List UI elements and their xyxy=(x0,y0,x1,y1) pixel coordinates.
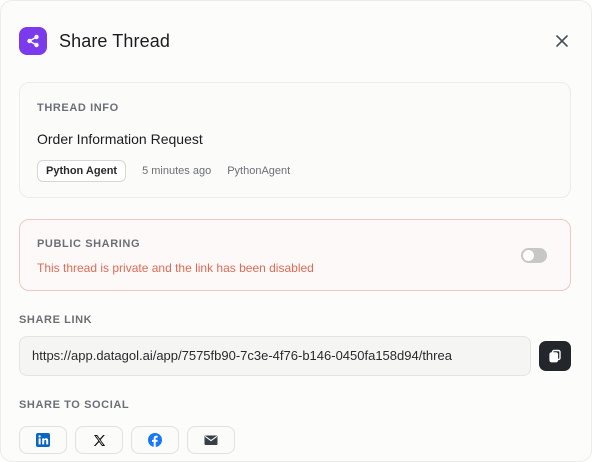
copy-icon xyxy=(549,349,561,363)
toggle-knob xyxy=(523,250,534,261)
dialog-title: Share Thread xyxy=(59,30,170,51)
x-button[interactable] xyxy=(75,426,123,454)
thread-info-card: THREAD INFO Order Information Request Py… xyxy=(19,82,571,198)
email-button[interactable] xyxy=(187,426,235,454)
linkedin-button[interactable] xyxy=(19,426,67,454)
thread-info-label: THREAD INFO xyxy=(37,102,119,114)
linkedin-icon xyxy=(36,433,50,447)
share-icon xyxy=(19,27,47,55)
public-sharing-toggle[interactable] xyxy=(521,248,547,263)
thread-time: 5 minutes ago xyxy=(142,165,212,177)
share-thread-dialog: Share Thread THREAD INFO Order Informati… xyxy=(0,0,592,462)
public-sharing-label: PUBLIC SHARING xyxy=(37,238,141,250)
thread-author: PythonAgent xyxy=(227,165,291,177)
facebook-button[interactable] xyxy=(131,426,179,454)
dialog-header: Share Thread xyxy=(19,27,573,55)
close-icon[interactable] xyxy=(551,30,573,52)
social-buttons xyxy=(19,426,235,454)
public-sharing-card: PUBLIC SHARING This thread is private an… xyxy=(19,219,571,291)
thread-name: Order Information Request xyxy=(37,131,203,147)
x-icon xyxy=(93,434,105,446)
copy-link-button[interactable] xyxy=(539,341,571,371)
public-sharing-message: This thread is private and the link has … xyxy=(37,261,314,275)
email-icon xyxy=(204,435,218,445)
thread-meta: Python Agent 5 minutes ago PythonAgent xyxy=(37,160,290,182)
share-link-input[interactable]: https://app.datagol.ai/app/7575fb90-7c3e… xyxy=(19,336,531,376)
agent-badge: Python Agent xyxy=(37,160,127,182)
share-link-label: SHARE LINK xyxy=(19,314,93,326)
facebook-icon xyxy=(148,433,162,447)
share-social-label: SHARE TO SOCIAL xyxy=(19,399,130,411)
